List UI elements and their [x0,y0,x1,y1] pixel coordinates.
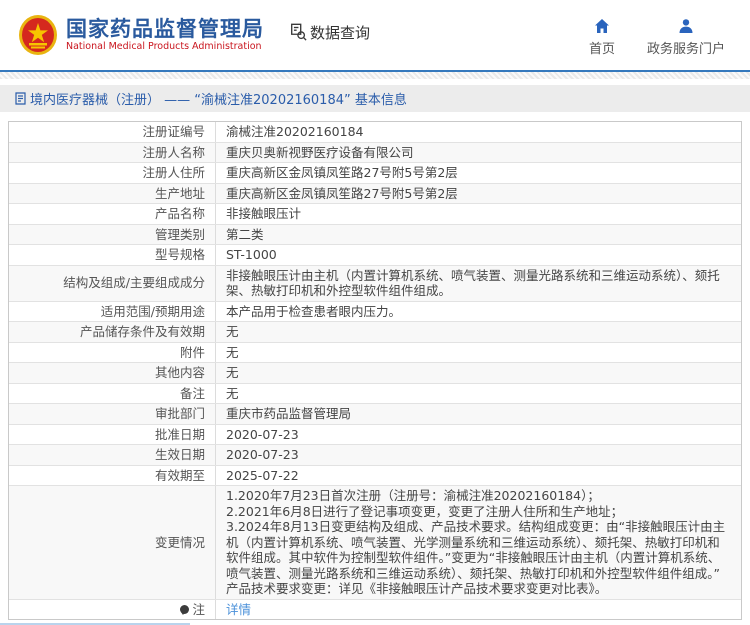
row-label-text: 注册人名称 [142,144,205,160]
row-label-text: 产品名称 [154,206,205,221]
row-label: 结构及组成/主要组成成分 [9,265,216,301]
row-label: 生产地址 [9,183,216,203]
table-row: 注 详情 [9,598,741,620]
row-label: 变更情况 [9,486,216,599]
table-row: 其他内容 无 [9,362,741,383]
row-label-text: 型号规格 [154,247,205,262]
row-label-text: 注 [192,601,205,617]
table-row: 注册人名称 重庆贝奥新视野医疗设备有限公司 [9,141,741,162]
row-label-text: 产品储存条件及有效期 [79,324,205,339]
row-value: 无 [226,365,239,380]
row-value: 2020-07-23 [226,447,299,462]
nav-home[interactable]: 首页 [589,18,615,57]
page-title: 境内医疗器械（注册） —— “渝械注准20202160184” 基本信息 [30,93,407,108]
row-label-text: 生产地址 [154,185,205,201]
table-row: 注册人住所 重庆高新区金凤镇凤笙路27号附5号第2层 [9,162,741,183]
row-label: 产品名称 [9,204,216,224]
row-label: 注册人名称 [9,142,216,162]
row-value: 非接触眼压计 [226,206,302,221]
row-value: 详情 [216,600,741,620]
row-value: 渝械注准20202160184 [226,124,364,139]
table-row: 生效日期 2020-07-23 [9,444,741,465]
row-label: 注册证编号 [9,122,216,142]
row-value: 重庆高新区金凤镇凤笙路27号附5号第2层 [226,165,458,180]
row-label-text: 管理类别 [154,226,205,242]
row-label-text: 结构及组成/主要组成成分 [63,275,205,291]
row-label: 型号规格 [9,245,216,265]
data-query-label: 数据查询 [310,23,371,42]
row-value: 1.2020年7月23日首次注册（注册号：渝械注准20202160184）； 2… [226,488,726,596]
table-row: 管理类别 第二类 [9,223,741,244]
table-row: 变更情况 1.2020年7月23日首次注册（注册号：渝械注准20202160184… [9,485,741,599]
table-row: 产品名称 非接触眼压计 [9,203,741,224]
row-label-text: 审批部门 [154,406,205,421]
row-value: 无 [226,385,239,401]
row-value: ST-1000 [226,247,277,262]
data-query-icon [291,23,307,41]
document-icon [15,92,26,105]
row-label: 其他内容 [9,363,216,383]
row-label: 有效期至 [9,465,216,485]
table-row: 注册证编号 渝械注准20202160184 [9,122,741,142]
table-row: 审批部门 重庆市药品监督管理局 [9,403,741,424]
table-row: 型号规格 ST-1000 [9,244,741,265]
national-emblem-icon [19,15,57,55]
row-label: 审批部门 [9,404,216,424]
detail-link[interactable]: 详情 [226,602,251,618]
home-icon [594,18,609,33]
row-label: 生效日期 [9,445,216,465]
row-label: 注 [9,599,216,619]
row-label-text: 批准日期 [154,426,205,442]
table-row: 产品储存条件及有效期 无 [9,321,741,342]
info-table: 注册证编号 渝械注准20202160184 注册人名称 重庆贝奥新视野医疗设备有限公司… [8,121,742,620]
row-label: 管理类别 [9,224,216,244]
title-bar: 境内医疗器械（注册） —— “渝械注准20202160184” 基本信息 [0,85,750,112]
row-value: 重庆高新区金凤镇凤笙路27号附5号第2层 [226,185,458,201]
agency-name-en: National Medical Products Administration [66,41,262,52]
row-label-text: 有效期至 [154,467,205,483]
table-row: 生产地址 重庆高新区金凤镇凤笙路27号附5号第2层 [9,182,741,203]
row-label: 产品储存条件及有效期 [9,322,216,342]
nav-portal[interactable]: 政务服务门户 [647,18,725,57]
table-row: 有效期至 2025-07-22 [9,464,741,485]
nav-portal-label: 政务服务门户 [646,41,725,57]
row-value: 2020-07-23 [226,426,299,442]
hatch-band [0,72,750,79]
note-icon [180,604,190,615]
row-label-text: 其他内容 [154,365,205,380]
row-label-text: 适用范围/预期用途 [100,303,205,319]
row-value: 非接触眼压计由主机（内置计算机系统、喷气装置、测量光路系统和三维运动系统）、颏托… [226,267,720,299]
row-label: 批准日期 [9,424,216,444]
info-table-body: 注册证编号 渝械注准20202160184 注册人名称 重庆贝奥新视野医疗设备有限公司… [9,122,741,619]
user-icon [679,18,693,33]
data-query-tab[interactable]: 数据查询 [289,22,370,43]
row-value: 第二类 [226,226,264,242]
table-row: 备注 无 [9,382,741,403]
row-label: 注册人住所 [9,163,216,183]
row-label-text: 变更情况 [154,534,205,550]
row-label-text: 注册证编号 [142,124,205,139]
row-value: 重庆贝奥新视野医疗设备有限公司 [226,144,414,160]
nav-home-label: 首页 [588,41,615,57]
table-row: 结构及组成/主要组成成分 非接触眼压计由主机（内置计算机系统、喷气装置、测量光路系… [9,264,741,301]
row-label-text: 附件 [179,344,205,360]
row-value: 重庆市药品监督管理局 [226,406,352,421]
row-label-text: 备注 [179,385,205,401]
row-label-text: 生效日期 [154,447,205,462]
row-value: 无 [226,324,239,339]
table-row: 批准日期 2020-07-23 [9,423,741,444]
agency-logo[interactable]: 国家药品监督管理局 National Medical Products Admi… [18,14,264,56]
row-label: 适用范围/预期用途 [9,301,216,321]
table-row: 适用范围/预期用途 本产品用于检查患者眼内压力。 [9,300,741,321]
row-label-text: 注册人住所 [142,165,205,180]
row-label: 附件 [9,342,216,362]
header-nav: 首页 政务服务门户 [589,14,725,57]
row-label: 备注 [9,383,216,403]
agency-name-cn: 国家药品监督管理局 [66,17,264,41]
site-header: 国家药品监督管理局 National Medical Products Admi… [0,0,750,70]
row-value: 2025-07-22 [226,467,299,483]
row-value: 无 [226,344,239,360]
table-row: 附件 无 [9,341,741,362]
row-value: 本产品用于检查患者眼内压力。 [226,303,402,319]
